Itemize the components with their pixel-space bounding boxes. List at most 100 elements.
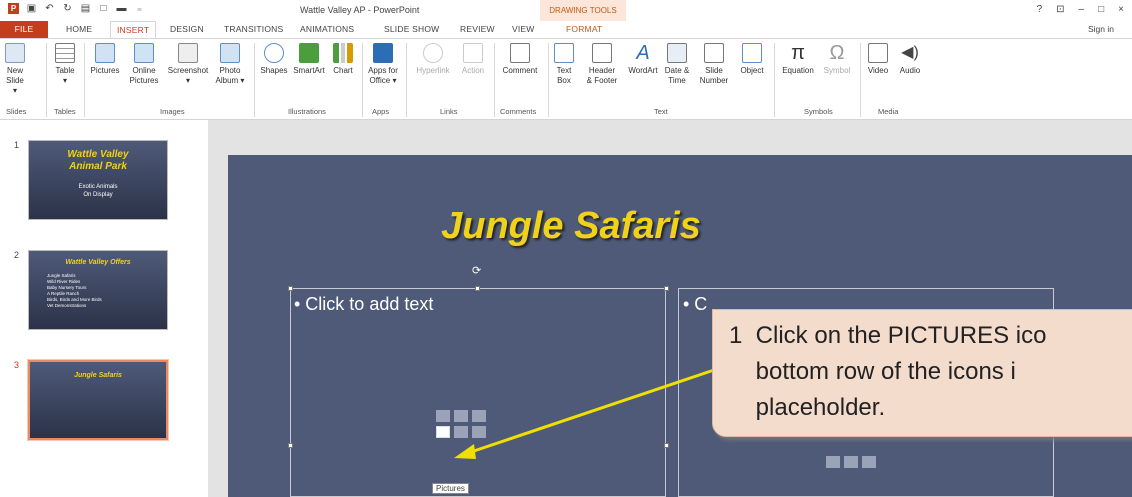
screenshot-button[interactable]: Screenshot ▾ [166,43,210,86]
video-button[interactable]: Video [864,43,892,76]
group-links-label: Links [440,107,458,116]
customize-toolbar-icon[interactable]: ₌ [134,3,145,14]
comment-button[interactable]: Comment [498,43,542,76]
sign-in-link[interactable]: Sign in [1088,24,1114,34]
insert-video-icon[interactable] [862,456,876,468]
smartart-button[interactable]: SmartArt [292,43,326,76]
minimize-button[interactable]: – [1079,4,1085,15]
chart-button[interactable]: Chart [330,43,356,76]
tab-slide-show[interactable]: SLIDE SHOW [384,24,439,34]
group-comments-label: Comments [500,107,537,116]
callout-line-2: bottom row of the icons i [729,358,1016,385]
drawing-tools-label: DRAWING TOOLS [540,0,626,21]
thumb-1-subtitle: Exotic Animals On Display [78,184,118,198]
header-footer-button[interactable]: Header & Footer [580,43,624,86]
tab-design[interactable]: DESIGN [170,24,204,34]
speaker-icon: ◀) [901,44,919,61]
new-slide-button[interactable]: New Slide ▾ [4,43,26,96]
equation-button[interactable]: π Equation [778,43,818,76]
help-button[interactable]: ? [1037,4,1043,15]
text-box-button[interactable]: Text Box [552,43,576,86]
separator [406,43,407,117]
wordart-button[interactable]: A WordArt [626,43,660,76]
close-button[interactable]: × [1118,4,1124,15]
symbol-button[interactable]: Ω Symbol [820,43,854,76]
slide-number-label-2: Number [699,76,729,85]
group-text-label: Text [654,107,668,116]
chart-icon [333,43,353,63]
maximize-button[interactable]: □ [1098,4,1104,15]
resize-handle[interactable] [664,286,669,291]
video-icon [868,43,888,63]
shapes-button[interactable]: Shapes [258,43,290,76]
save-icon[interactable]: ▣ [26,3,37,14]
right-insert-icons-row [826,456,876,468]
slide-thumbnail-1[interactable]: Wattle Valley Animal Park Exotic Animals… [28,140,168,220]
object-label: Object [740,66,764,75]
tab-insert[interactable]: INSERT [110,21,157,39]
shapes-icon [264,43,284,63]
redo-icon[interactable]: ↻ [62,3,73,14]
group-images-label: Images [160,107,185,116]
apps-label-2: Office ▾ [369,76,397,85]
thumb-1-title: Wattle Valley Animal Park [67,149,129,172]
slide-number-icon [704,43,724,63]
window-title: Wattle Valley AP - PowerPoint [300,5,420,15]
resize-handle[interactable] [288,443,293,448]
slide-thumbnail-3[interactable]: Jungle Safaris [27,359,169,441]
right-placeholder-prompt[interactable]: • C [683,294,707,315]
header-footer-icon [592,43,612,63]
new-file-icon[interactable]: □ [98,3,109,14]
pictures-button[interactable]: Pictures [88,43,122,76]
insert-online-pictures-icon[interactable] [844,456,858,468]
new-slide-label-1: New [6,66,23,75]
video-label: Video [867,66,889,75]
hyperlink-button[interactable]: Hyperlink [412,43,454,76]
object-icon [742,43,762,63]
left-placeholder-prompt[interactable]: • Click to add text [294,294,433,315]
photo-album-button[interactable]: Photo Album ▾ [214,43,246,86]
ribbon: New Slide ▾ Table ▾ Pictures Online Picture… [0,38,1132,120]
thumb-3-title: Jungle Safaris [74,372,122,379]
tab-format[interactable]: FORMAT [566,24,602,34]
table-button[interactable]: Table ▾ [52,43,78,86]
tab-transitions[interactable]: TRANSITIONS [224,24,283,34]
tab-review[interactable]: REVIEW [460,24,495,34]
screenshot-label: Screenshot [167,66,209,75]
new-slide-label-2: Slide ▾ [6,76,24,95]
screenshot-icon [178,43,198,63]
ribbon-tabs: FILE HOME INSERT DESIGN TRANSITIONS ANIM… [0,21,1132,39]
slide-thumbnail-2[interactable]: Wattle Valley Offers Jungle Safaris Wild… [28,250,168,330]
ribbon-display-button[interactable]: ⊡ [1056,4,1064,15]
thumb-2-bullet: Vet Demonstrations [47,303,87,308]
action-button[interactable]: Action [458,43,488,76]
date-time-button[interactable]: Date & Time [662,43,692,86]
title-bar: P ▣ ↶ ↻ ▤ □ ▬ ₌ Wattle Valley AP - Power… [0,0,1132,21]
open-file-icon[interactable]: ▬ [116,3,127,14]
audio-button[interactable]: ◀) Audio [896,43,924,76]
resize-handle[interactable] [475,286,480,291]
tab-view[interactable]: VIEW [512,24,535,34]
start-from-beginning-icon[interactable]: ▤ [80,3,91,14]
group-tables-label: Tables [54,107,76,116]
resize-handle[interactable] [288,286,293,291]
insert-pictures-icon[interactable] [826,456,840,468]
undo-icon[interactable]: ↶ [44,3,55,14]
smartart-label: SmartArt [293,66,325,75]
date-time-label-2: Time [668,76,686,85]
pictures-tooltip: Pictures [432,483,469,494]
apps-label-1: Apps for [368,66,398,75]
slide-number-button[interactable]: Slide Number [696,43,732,86]
tab-home[interactable]: HOME [66,24,92,34]
slide-title[interactable]: Jungle Safaris [228,205,914,248]
window-controls: ? ⊡ – □ × [1037,4,1124,15]
object-button[interactable]: Object [734,43,770,76]
online-pictures-button[interactable]: Online Pictures [126,43,162,86]
rotate-handle-icon[interactable]: ⟳ [472,264,481,277]
tab-animations[interactable]: ANIMATIONS [300,24,354,34]
apps-for-office-button[interactable]: Apps for Office ▾ [366,43,400,86]
online-pictures-label-2: Pictures [129,76,159,85]
tab-file[interactable]: FILE [0,21,48,38]
callout-line-3: placeholder. [729,394,886,421]
separator [860,43,861,117]
